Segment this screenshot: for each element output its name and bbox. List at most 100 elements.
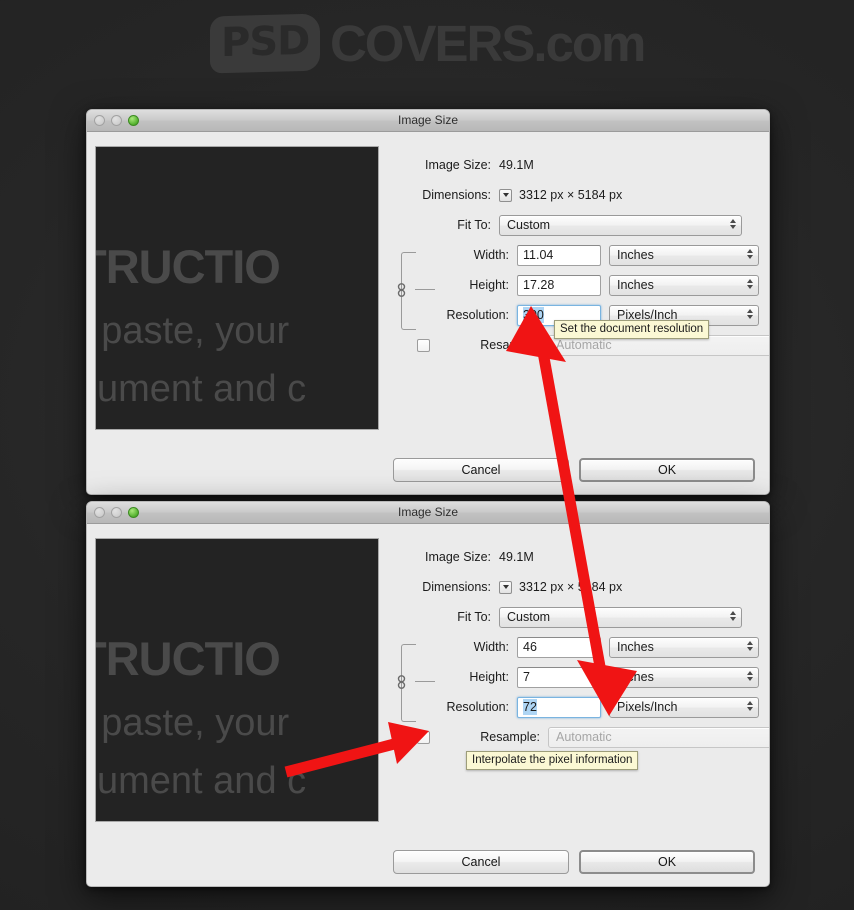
fit-to-row: Fit To: Custom: [399, 606, 769, 628]
image-size-value: 49.1M: [499, 158, 534, 172]
height-unit-value: Inches: [617, 670, 654, 684]
resolution-value: 72: [523, 699, 537, 715]
image-size-label: Image Size:: [424, 158, 491, 172]
gear-icon[interactable]: [768, 541, 769, 555]
ok-button[interactable]: OK: [579, 458, 755, 482]
width-unit-value: Inches: [617, 248, 654, 262]
image-size-value: 49.1M: [499, 550, 534, 564]
dimensions-row: Dimensions: 3312 px × 5184 px: [399, 576, 769, 598]
width-unit-value: Inches: [617, 640, 654, 654]
width-unit-select[interactable]: Inches: [609, 636, 759, 658]
preview-line-2: r paste, your: [95, 702, 290, 744]
preview-line-3: cument and c: [95, 760, 307, 802]
psdcovers-watermark: PSD COVERS.com: [0, 13, 854, 74]
dialog-buttons: Cancel OK: [87, 442, 769, 494]
image-size-dialog-top: Image Size TRUCTIO r paste, your cument …: [86, 109, 770, 495]
width-value: 11.04: [523, 248, 554, 262]
image-size-row: Image Size: 49.1M: [399, 154, 769, 176]
resolution-row: Resolution: 72 Pixels/Inch: [399, 696, 769, 718]
resample-checkbox[interactable]: [417, 338, 430, 352]
resolution-value: 300: [523, 307, 544, 323]
image-size-row: Image Size: 49.1M: [399, 546, 769, 568]
resample-row: Resample: Automatic: [399, 726, 769, 748]
resample-method-value: Automatic: [556, 338, 612, 352]
chain-link-icon[interactable]: [396, 675, 407, 689]
width-unit-select[interactable]: Inches: [609, 244, 759, 266]
stepper-icon: [747, 670, 753, 681]
resample-method-select: Automatic: [548, 726, 769, 748]
dimensions-value: 3312 px × 5184 px: [519, 188, 623, 202]
image-preview[interactable]: TRUCTIO r paste, your cument and c: [95, 538, 379, 822]
stepper-icon: [747, 700, 753, 711]
fit-to-select[interactable]: Custom: [499, 606, 742, 628]
ok-button[interactable]: OK: [579, 850, 755, 874]
width-row: Width: 11.04 Inches: [399, 244, 769, 266]
height-row: Height: 7 Inches: [399, 666, 769, 688]
dimensions-dropdown-button[interactable]: [499, 580, 512, 594]
dimensions-row: Dimensions: 3312 px × 5184 px: [399, 184, 769, 206]
fit-to-value: Custom: [507, 610, 551, 624]
gear-icon[interactable]: [768, 149, 769, 163]
resolution-unit-select[interactable]: Pixels/Inch: [609, 696, 759, 718]
tooltip-resample: Interpolate the pixel information: [466, 751, 639, 770]
image-size-label: Image Size:: [424, 550, 491, 564]
resample-label: Resample:: [480, 338, 540, 352]
fit-to-value: Custom: [507, 218, 551, 232]
stepper-icon: [747, 640, 753, 651]
covers-wordmark: COVERS.com: [329, 15, 646, 72]
titlebar: Image Size: [87, 502, 769, 524]
window-title: Image Size: [397, 505, 459, 519]
dimensions-value: 3312 px × 5184 px: [519, 580, 623, 594]
resolution-label: Resolution:: [446, 700, 509, 714]
chevron-down-icon: [502, 193, 509, 197]
image-size-dialog-bottom: Image Size TRUCTIO r paste, your cument …: [86, 501, 770, 887]
width-label: Width:: [473, 248, 509, 262]
titlebar: Image Size: [87, 110, 769, 132]
width-value: 46: [523, 640, 537, 654]
height-input[interactable]: 7: [517, 666, 601, 688]
fit-to-select[interactable]: Custom: [499, 214, 742, 236]
cancel-button[interactable]: Cancel: [393, 458, 569, 482]
cancel-button[interactable]: Cancel: [393, 850, 569, 874]
resolution-input[interactable]: 72: [517, 696, 601, 718]
height-value: 7: [523, 670, 530, 684]
stepper-icon: [730, 218, 736, 229]
stepper-icon: [747, 278, 753, 289]
dimension-link-group: Width: 46 Inches Height: 7 Inches Resolu…: [396, 636, 769, 722]
width-input[interactable]: 11.04: [517, 244, 601, 266]
preview-line-1: TRUCTIO: [95, 632, 281, 685]
preview-line-3: cument and c: [95, 368, 307, 410]
dimension-link-group: Width: 11.04 Inches Height: 17.28 Inches: [396, 244, 769, 330]
stepper-icon: [747, 248, 753, 259]
resample-label: Resample:: [480, 730, 540, 744]
width-label: Width:: [473, 640, 509, 654]
stepper-icon: [747, 308, 753, 319]
fit-to-label: Fit To:: [457, 610, 491, 624]
dimensions-dropdown-button[interactable]: [499, 188, 512, 202]
tooltip-resolution: Set the document resolution: [554, 320, 710, 339]
psd-badge: PSD: [209, 13, 320, 74]
height-unit-value: Inches: [617, 278, 654, 292]
resample-method-value: Automatic: [556, 730, 612, 744]
resolution-label: Resolution:: [446, 308, 509, 322]
stepper-icon: [730, 610, 736, 621]
link-bracket-stem: [415, 289, 435, 290]
height-row: Height: 17.28 Inches: [399, 274, 769, 296]
fit-to-row: Fit To: Custom: [399, 214, 769, 236]
dialog-buttons: Cancel OK: [87, 834, 769, 886]
height-input[interactable]: 17.28: [517, 274, 601, 296]
preview-line-2: r paste, your: [95, 310, 290, 352]
height-value: 17.28: [523, 278, 555, 292]
width-row: Width: 46 Inches: [399, 636, 769, 658]
width-input[interactable]: 46: [517, 636, 601, 658]
window-title: Image Size: [397, 113, 459, 127]
height-unit-select[interactable]: Inches: [609, 666, 759, 688]
dimensions-label: Dimensions:: [422, 580, 491, 594]
preview-line-1: TRUCTIO: [95, 240, 281, 293]
height-unit-select[interactable]: Inches: [609, 274, 759, 296]
fit-to-label: Fit To:: [457, 218, 491, 232]
image-preview[interactable]: TRUCTIO r paste, your cument and c: [95, 146, 379, 430]
chain-link-icon[interactable]: [396, 283, 407, 297]
chevron-down-icon: [502, 585, 509, 589]
resample-checkbox[interactable]: [417, 730, 430, 744]
